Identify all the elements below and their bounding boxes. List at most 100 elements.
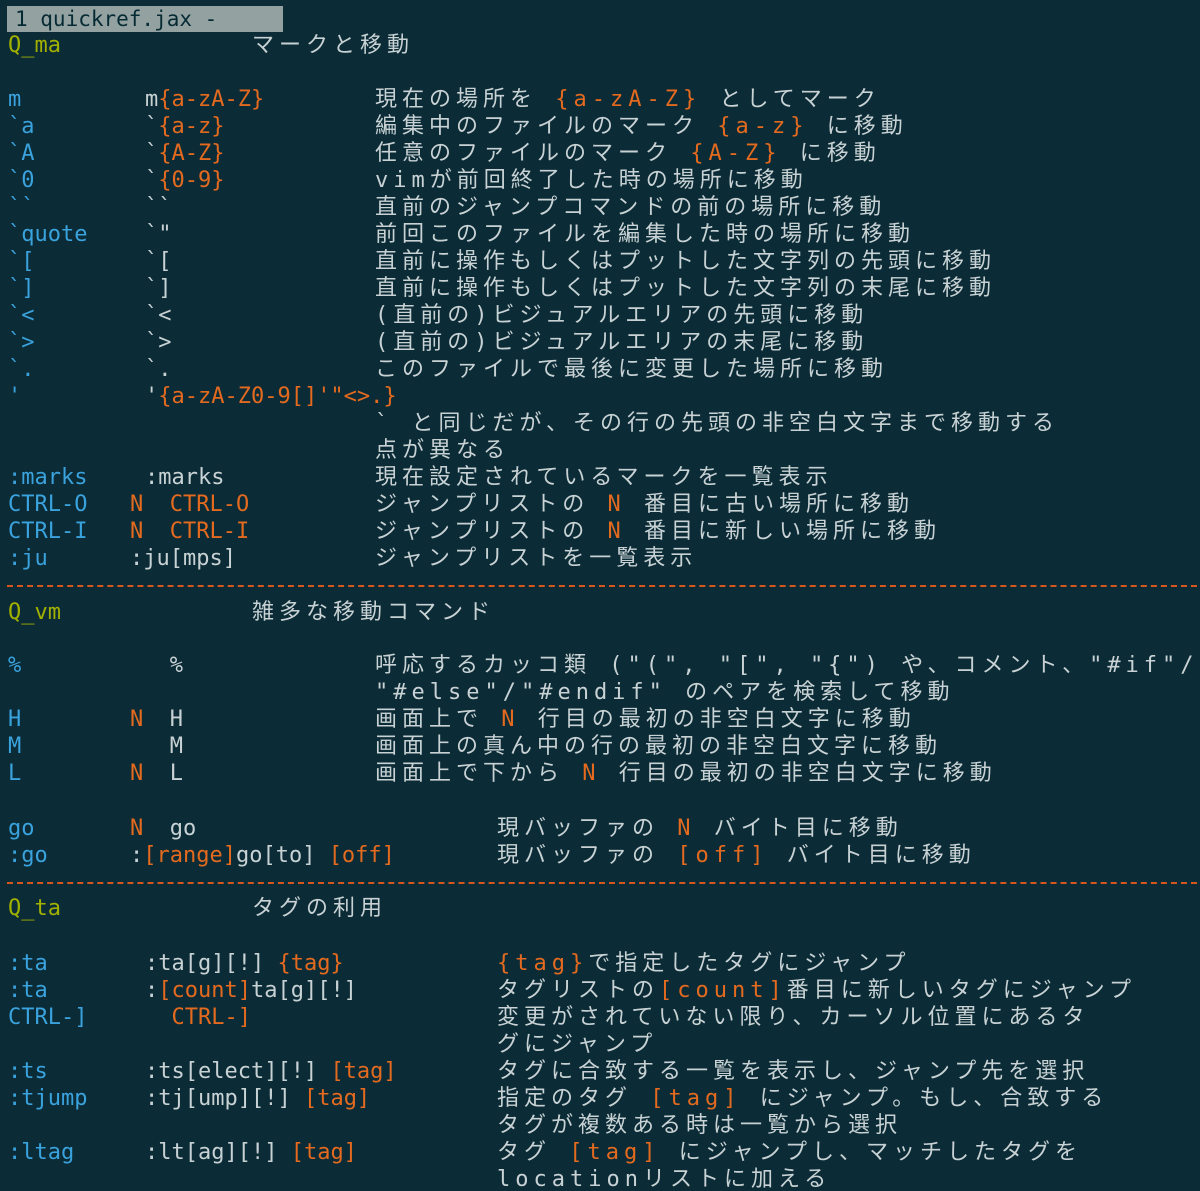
section-title: マークと移動 (252, 33, 415, 58)
text-token: タグ (497, 1140, 570, 1165)
text-token: 画面上で (375, 707, 502, 732)
highlight-token: {A-Z} (158, 141, 225, 166)
text-token: 変更がされていない限り、カーソル位置にあるタ (497, 1005, 1090, 1030)
command-key: `. (8, 357, 35, 382)
help-entry: CTRL-I N CTRL-I ジャンプリストの N 番目に新しい場所に移動 (0, 518, 1200, 545)
text-token: 現在の場所を (375, 87, 556, 112)
command-key: :marks (8, 465, 88, 490)
text-token: 番目に古い場所に移動 (625, 492, 914, 517)
help-entry: ` と同じだが、その行の先頭の非空白文字まで移動する (0, 410, 1200, 437)
command-description: {tag}で指定したタグにジャンプ (497, 950, 910, 977)
command-key: :ts (8, 1059, 48, 1084)
help-entry: `A `{A-Z} 任意のファイルのマーク {A-Z} に移動 (0, 140, 1200, 167)
help-entry: 点が異なる (0, 437, 1200, 464)
command-description: 編集中のファイルのマーク {a-z} に移動 (375, 113, 908, 140)
text-token: 指定のタグ (497, 1086, 651, 1111)
command-description: 現在の場所を {a-zA-Z} としてマーク (375, 86, 881, 113)
text-token: ジャンプリストの (375, 492, 608, 517)
help-entry: m m{a-zA-Z} 現在の場所を {a-zA-Z} としてマーク (0, 86, 1200, 113)
command-description: タグ [tag] にジャンプし、マッチしたタグを (497, 1139, 1082, 1166)
command-description: ジャンプリストを一覧表示 (375, 545, 697, 572)
help-entry: `quote `" 前回このファイルを編集した時の場所に移動 (0, 221, 1200, 248)
text-token: `[ (145, 249, 172, 274)
command-key: `] (8, 276, 35, 301)
command-syntax: `[ (145, 248, 172, 275)
section-tag: Q_ma (8, 33, 61, 58)
vim-help-window: 1 quickref.jax - Q_ma マークと移動 m m{a-zA-Z} 現在の… (0, 0, 1200, 1191)
command-syntax: `` (145, 194, 172, 221)
highlight-token: {a-z} (717, 114, 809, 139)
command-syntax: m{a-zA-Z} (145, 86, 264, 113)
text-token: : (145, 978, 159, 1003)
highlight-token: {a-z} (158, 114, 225, 139)
command-key: H (8, 707, 22, 732)
command-description: 変更がされていない限り、カーソル位置にあるタ (497, 1004, 1089, 1031)
highlight-token: CTRL-] (145, 1005, 251, 1030)
text-token: `` (145, 195, 172, 220)
highlight-token: [range] (143, 843, 236, 868)
text-token: `> (145, 330, 172, 355)
text-token: に移動 (808, 114, 908, 139)
help-entry: LN L 画面上で下から N 行目の最初の非空白文字に移動 (0, 760, 1200, 787)
text-token: ` (145, 141, 159, 166)
help-entry: CTRL-] CTRL-] 変更がされていない限り、カーソル位置にあるタ (0, 1004, 1200, 1031)
command-description: 画面上で N 行目の最初の非空白文字に移動 (375, 706, 916, 733)
help-entry: :ta :ta[g][!] {tag} {tag}で指定したタグにジャンプ (0, 950, 1200, 977)
text-token: go[to] (235, 843, 329, 868)
help-entry: タグが複数ある時は一覧から選択 (0, 1112, 1200, 1139)
command-key: :ta (8, 951, 48, 976)
command-syntax: M (130, 733, 183, 760)
text-token: :tj[ump][!] (145, 1086, 304, 1111)
help-entry: `. `. このファイルで最後に変更した場所に移動 (0, 356, 1200, 383)
command-key: `0 (8, 168, 35, 193)
command-syntax: `< (145, 302, 172, 329)
command-description: 呼応するカッコ類 ("(", "[", "{") や、コメント、"#if"/ (375, 652, 1199, 679)
text-token: としてマーク (701, 87, 881, 112)
command-key: :ju (8, 546, 48, 571)
command-description: ` と同じだが、その行の先頭の非空白文字まで移動する (375, 410, 1059, 437)
command-description: "#else"/"#endif" のペアを検索して移動 (375, 679, 955, 706)
command-description: 直前のジャンプコマンドの前の場所に移動 (375, 194, 886, 221)
highlight-token: {tag} (497, 951, 589, 976)
text-token: 直前に操作もしくはプットした文字列の末尾に移動 (375, 276, 997, 301)
text-token: 画面上の真ん中の行の最初の非空白文字に移動 (375, 734, 943, 759)
text-token: このファイルで最後に変更した場所に移動 (375, 357, 889, 382)
text-token: 番目に新しいタグにジャンプ (786, 978, 1136, 1003)
command-description: 指定のタグ [tag] にジャンプ。もし、合致する (497, 1085, 1108, 1112)
text-token: 行目の最初の非空白文字に移動 (600, 761, 997, 786)
section-header: Q_vm 雑多な移動コマンド (0, 599, 1200, 626)
text-token: ` (145, 114, 159, 139)
text-token: 現バッファの (497, 816, 678, 841)
tab-line: 1 quickref.jax - (0, 0, 1200, 34)
text-token: バイト目に移動 (768, 843, 976, 868)
tab-quickref[interactable]: 1 quickref.jax - (7, 6, 283, 32)
help-entry: `< `< (直前の)ビジュアルエリアの先頭に移動 (0, 302, 1200, 329)
highlight-token: N (501, 707, 520, 732)
section-tag: Q_ta (8, 896, 61, 921)
command-key: :ltag (8, 1140, 75, 1165)
highlight-token: N (130, 492, 144, 517)
help-entry: ' '{a-zA-Z0-9[]'"<>.} (0, 383, 1200, 410)
highlight-token: N (130, 816, 144, 841)
text-token: : (130, 843, 144, 868)
command-syntax: :lt[ag][!] [tag] (145, 1139, 357, 1166)
command-description: locationリストに加える (497, 1166, 831, 1191)
help-entry: :ts:ts[elect][!] [tag] タグに合致する一覧を表示し、ジャンプ… (0, 1058, 1200, 1085)
command-syntax: :marks (145, 464, 224, 491)
text-token: :ta[g][!] (145, 951, 278, 976)
help-entry: CTRL-O N CTRL-O ジャンプリストの N 番目に古い場所に移動 (0, 491, 1200, 518)
text-token: locationリストに加える (497, 1167, 832, 1191)
command-description: 画面上の真ん中の行の最初の非空白文字に移動 (375, 733, 942, 760)
command-key: :tjump (8, 1086, 88, 1111)
highlight-token: {a-zA-Z} (555, 87, 702, 112)
command-key: CTRL-I (8, 519, 88, 544)
help-entry: go N go 現バッファの N バイト目に移動 (0, 815, 1200, 842)
section-title: タグの利用 (252, 896, 388, 921)
help-entry: `[`[直前に操作もしくはプットした文字列の先頭に移動 (0, 248, 1200, 275)
text-token: 直前のジャンプコマンドの前の場所に移動 (375, 195, 887, 220)
highlight-token: [off] (677, 843, 769, 868)
section-title: 雑多な移動コマンド (252, 600, 496, 625)
text-token: 呼応するカッコ類 ("(", "[", "{") や、コメント、"#if"/ (375, 653, 1199, 678)
help-entry: `0 `{0-9} vimが前回終了した時の場所に移動 (0, 167, 1200, 194)
help-entry: :ju:ju[mps] ジャンプリストを一覧表示 (0, 545, 1200, 572)
